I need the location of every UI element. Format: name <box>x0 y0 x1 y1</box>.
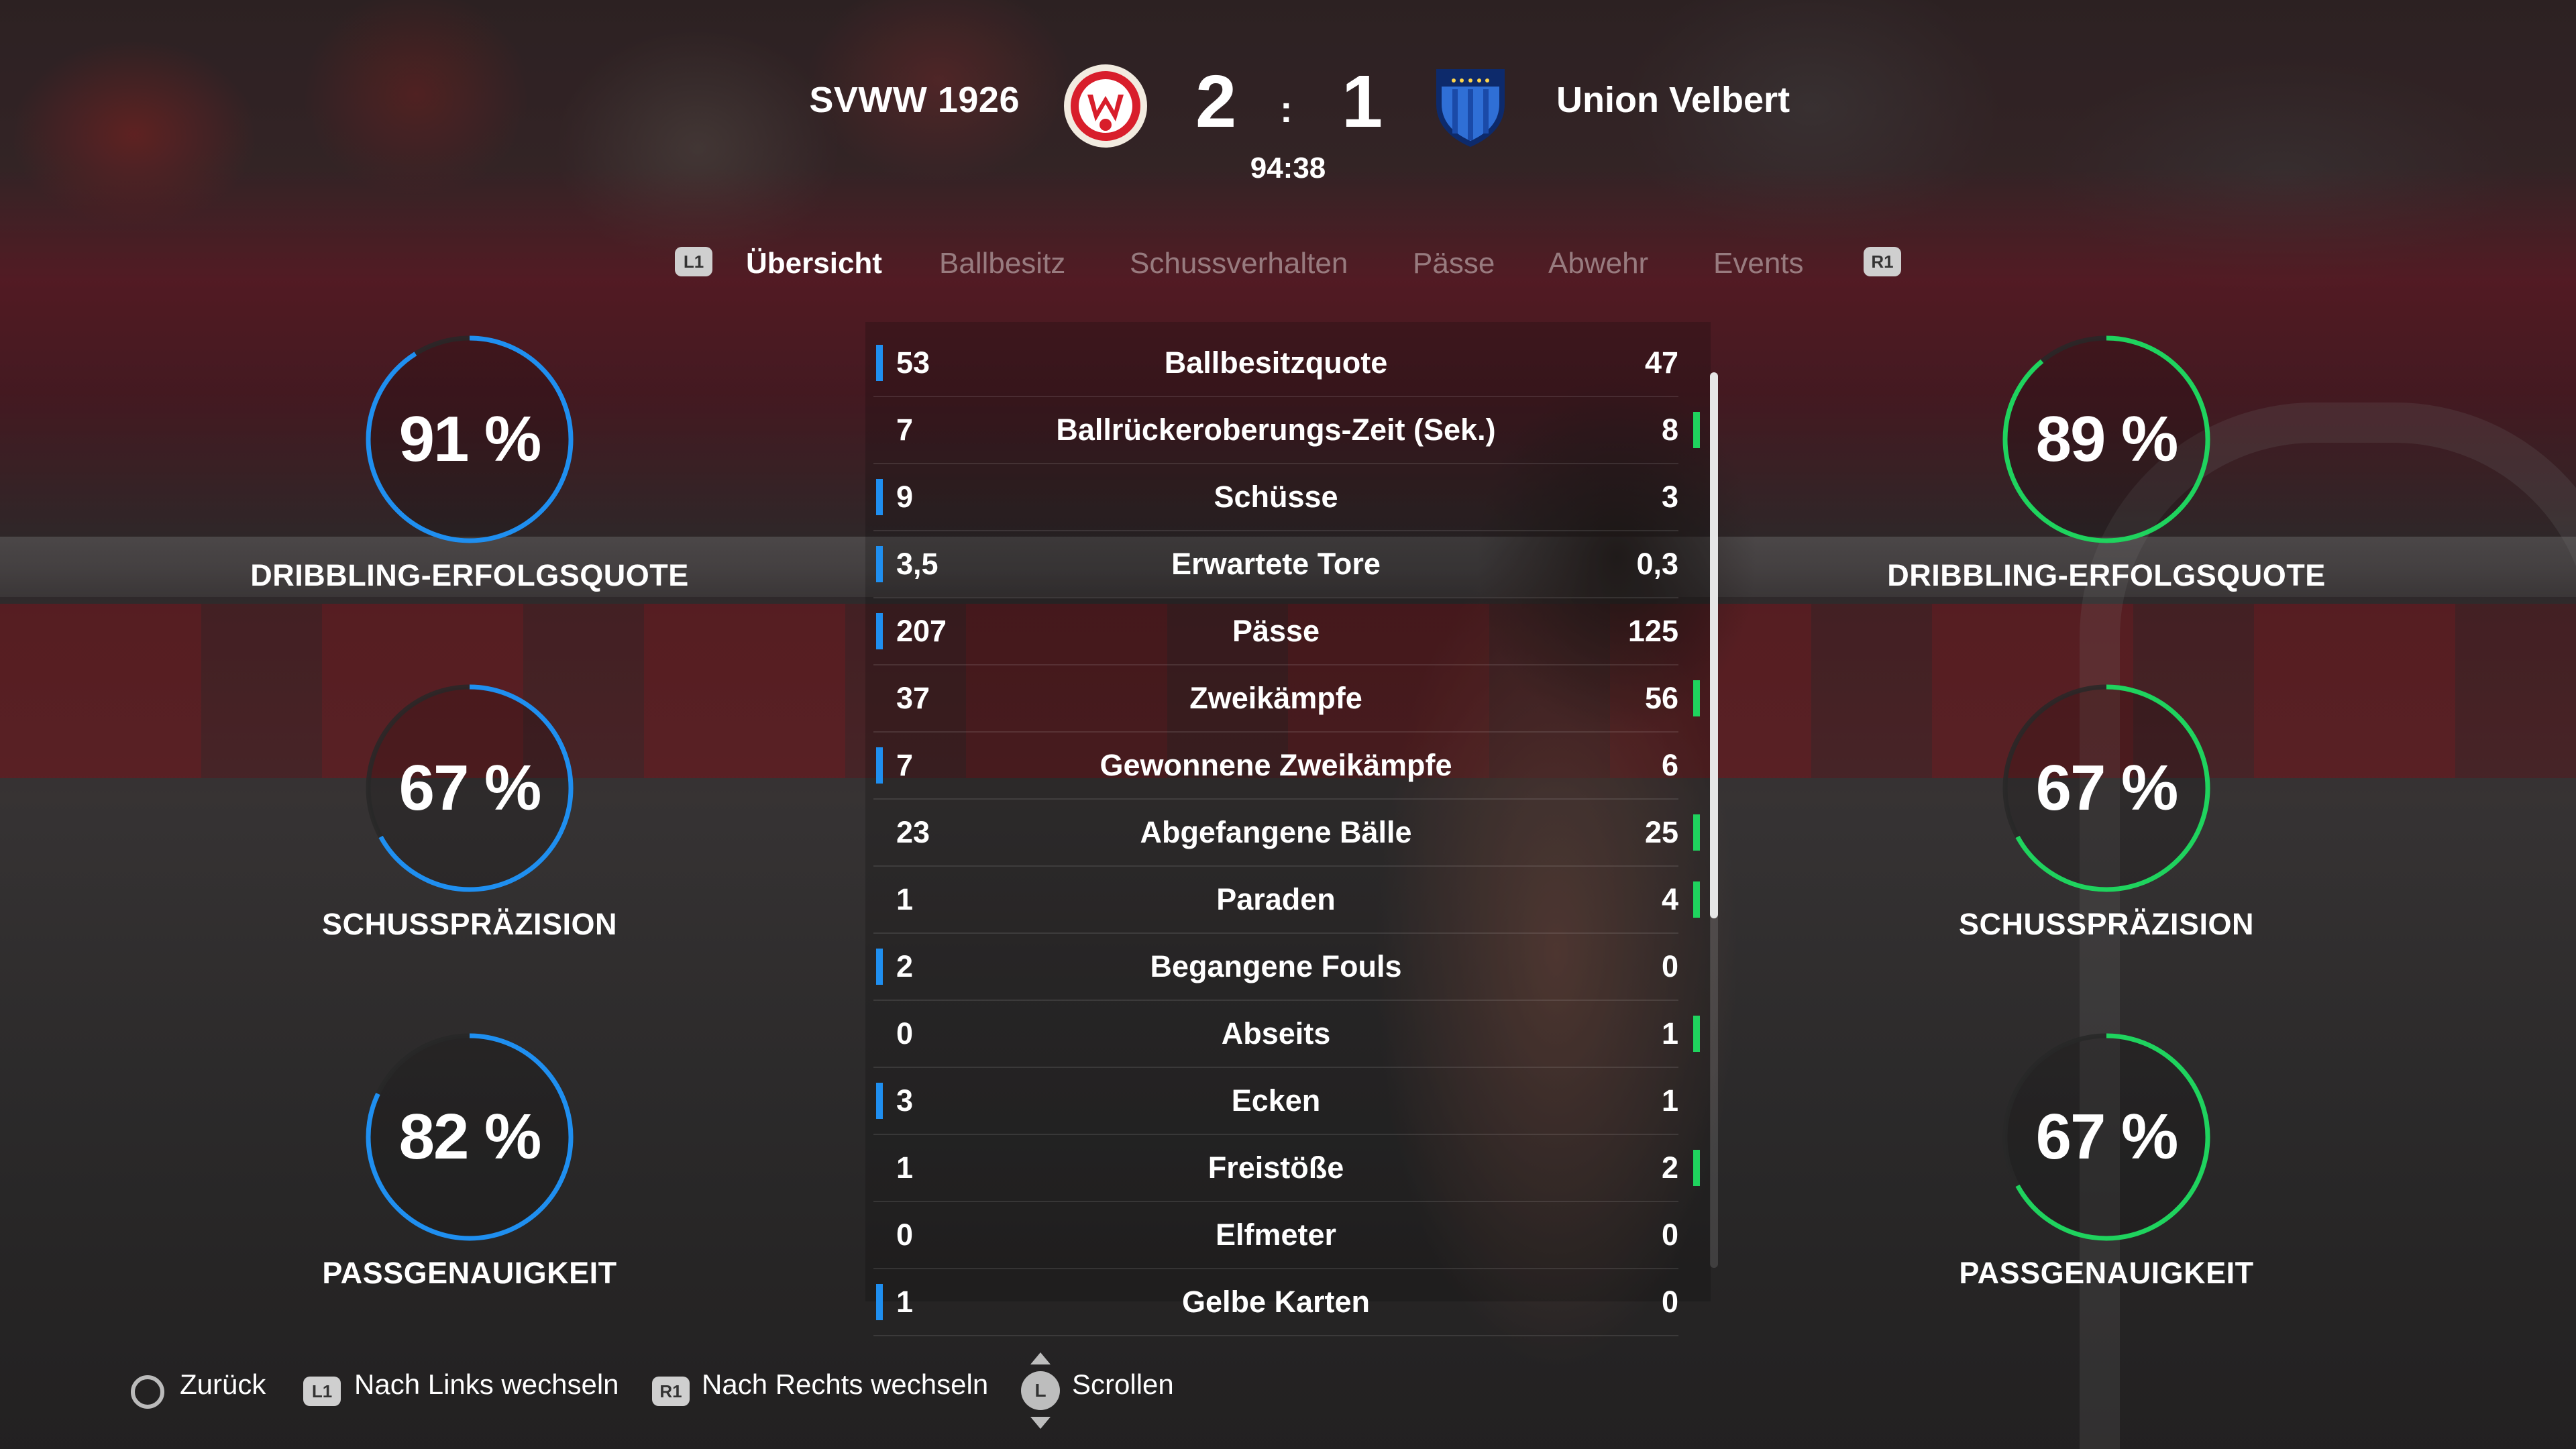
scroll-up-arrow-icon <box>1030 1352 1051 1364</box>
home-shot-accuracy-label: SCHUSSPRÄZISION <box>321 907 618 941</box>
away-shot-accuracy-gauge: 67 % <box>1999 681 2214 896</box>
stat-away-value: 0 <box>1661 1285 1678 1319</box>
gauge-value: 91 % <box>398 403 542 475</box>
away-dribbling-gauge: 89 % <box>1999 332 2214 547</box>
home-score: 2 <box>1195 60 1237 143</box>
stat-row: 207 Pässe 125 <box>873 598 1678 665</box>
stat-away-value: 2 <box>1661 1150 1678 1185</box>
tab-shooting[interactable]: Schussverhalten <box>1130 247 1348 280</box>
gauge-value: 89 % <box>2035 403 2179 475</box>
stat-row: 1 Paraden 4 <box>873 867 1700 934</box>
score-separator: : <box>1280 88 1293 130</box>
home-team-crest-icon <box>1062 62 1149 150</box>
stat-row: 0 Abseits 1 <box>873 1001 1700 1068</box>
gauge-value: 67 % <box>2035 1101 2179 1173</box>
away-score: 1 <box>1342 60 1383 143</box>
switch-left-hint[interactable]: Nach Links wechseln <box>354 1368 619 1401</box>
away-dribbling-label: DRIBBLING-ERFOLGSQUOTE <box>1887 558 2326 592</box>
away-pass-accuracy-label: PASSGENAUIGKEIT <box>1959 1256 2254 1290</box>
back-hint[interactable]: Zurück <box>180 1368 266 1401</box>
away-leader-bar <box>1693 1150 1700 1186</box>
stat-row: 2 Begangene Fouls 0 <box>873 934 1678 1001</box>
match-clock: 94:38 <box>1250 152 1326 184</box>
away-pass-accuracy-gauge: 67 % <box>1999 1030 2214 1244</box>
l1-button-icon[interactable]: L1 <box>675 247 712 276</box>
stat-row: 1 Gelbe Karten 0 <box>873 1269 1678 1336</box>
stat-away-value: 1 <box>1661 1016 1678 1051</box>
home-dribbling-gauge: 91 % <box>362 332 577 547</box>
switch-right-hint[interactable]: Nach Rechts wechseln <box>702 1368 988 1401</box>
stat-away-value: 125 <box>1627 614 1678 648</box>
r1-button-icon[interactable]: R1 <box>1864 247 1901 276</box>
away-leader-bar <box>1693 412 1700 448</box>
stats-table[interactable]: 53 Ballbesitzquote 47 7 Ballrückeroberungs-Z… <box>873 330 1700 1336</box>
tab-overview[interactable]: Übersicht <box>746 247 882 280</box>
stat-away-value: 25 <box>1644 815 1678 849</box>
home-pass-accuracy-gauge: 82 % <box>362 1030 577 1244</box>
away-leader-bar <box>1693 680 1700 716</box>
scrollbar-thumb[interactable] <box>1710 372 1718 919</box>
scroll-hint[interactable]: Scrollen <box>1072 1368 1174 1401</box>
stat-away-value: 3 <box>1661 480 1678 514</box>
stat-away-value: 47 <box>1644 345 1678 380</box>
tab-events[interactable]: Events <box>1713 247 1804 280</box>
circle-button-icon[interactable] <box>131 1375 164 1409</box>
home-team-name: SVWW 1926 <box>809 80 1020 120</box>
tab-passes[interactable]: Pässe <box>1413 247 1495 280</box>
away-team-name: Union Velbert <box>1556 80 1790 120</box>
away-team-crest-icon <box>1427 62 1514 150</box>
stat-away-value: 6 <box>1661 748 1678 782</box>
left-stick-icon[interactable]: L <box>1021 1371 1060 1410</box>
stat-row: 7 Gewonnene Zweikämpfe 6 <box>873 733 1678 800</box>
stat-row: 9 Schüsse 3 <box>873 464 1678 531</box>
stat-row: 53 Ballbesitzquote 47 <box>873 330 1678 397</box>
stat-row: 3,5 Erwartete Tore 0,3 <box>873 531 1678 598</box>
stats-tab-bar: L1 Übersicht Ballbesitz Schussverhalten … <box>0 247 2576 294</box>
stat-away-value: 0 <box>1661 949 1678 983</box>
gauge-value: 82 % <box>398 1101 542 1173</box>
stats-scrollbar[interactable] <box>1710 372 1718 1268</box>
stat-row: 3 Ecken 1 <box>873 1068 1678 1135</box>
away-leader-bar <box>1693 1016 1700 1052</box>
stat-away-value: 56 <box>1644 681 1678 715</box>
away-leader-bar <box>1693 881 1700 918</box>
home-shot-accuracy-gauge: 67 % <box>362 681 577 896</box>
gauge-value: 67 % <box>2035 752 2179 824</box>
gauge-value: 67 % <box>398 752 542 824</box>
stat-away-value: 1 <box>1661 1083 1678 1118</box>
stat-away-value: 8 <box>1661 413 1678 447</box>
home-dribbling-label: DRIBBLING-ERFOLGSQUOTE <box>250 558 689 592</box>
away-leader-bar <box>1693 814 1700 851</box>
stat-row: 7 Ballrückeroberungs-Zeit (Sek.) 8 <box>873 397 1700 464</box>
stat-row: 37 Zweikämpfe 56 <box>873 665 1700 733</box>
stat-away-value: 0,3 <box>1636 547 1678 581</box>
stat-away-value: 0 <box>1661 1218 1678 1252</box>
l1-hint-button-icon[interactable]: L1 <box>303 1377 341 1406</box>
tab-defense[interactable]: Abwehr <box>1548 247 1648 280</box>
stat-row: 23 Abgefangene Bälle 25 <box>873 800 1700 867</box>
stat-row: 0 Elfmeter 0 <box>873 1202 1678 1269</box>
stat-row: 1 Freistöße 2 <box>873 1135 1700 1202</box>
away-shot-accuracy-label: SCHUSSPRÄZISION <box>1958 907 2255 941</box>
stat-away-value: 4 <box>1661 882 1678 916</box>
tab-possession[interactable]: Ballbesitz <box>939 247 1065 280</box>
scroll-down-arrow-icon <box>1030 1417 1051 1429</box>
r1-hint-button-icon[interactable]: R1 <box>652 1377 690 1406</box>
home-pass-accuracy-label: PASSGENAUIGKEIT <box>322 1256 617 1290</box>
